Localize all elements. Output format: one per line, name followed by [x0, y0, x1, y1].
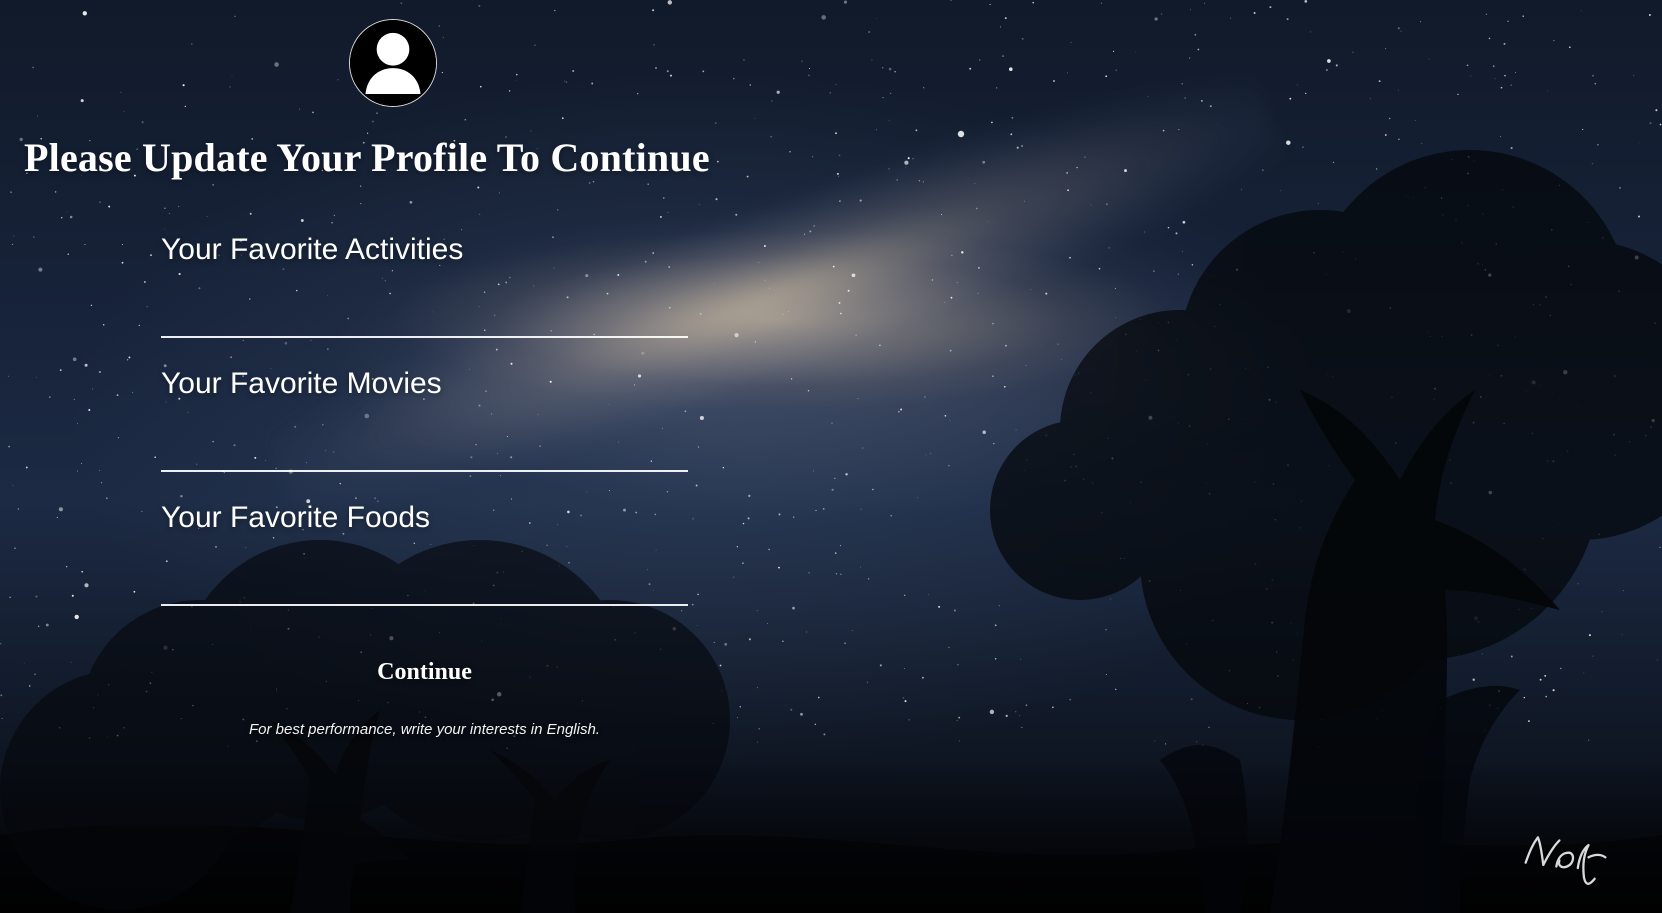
- profile-form: Your Favorite Activities Your Favorite M…: [161, 232, 688, 634]
- favorite-activities-input[interactable]: [161, 292, 688, 338]
- hint-text: For best performance, write your interes…: [249, 721, 600, 738]
- avatar: [349, 19, 437, 107]
- field-label-favorite-movies: Your Favorite Movies: [161, 367, 442, 400]
- continue-button[interactable]: Continue: [161, 653, 688, 691]
- user-avatar-icon: [350, 20, 436, 106]
- field-favorite-foods: Your Favorite Foods: [161, 500, 688, 634]
- favorite-foods-input[interactable]: [161, 560, 688, 606]
- field-favorite-activities: Your Favorite Activities: [161, 232, 688, 366]
- signature-watermark: [1524, 836, 1607, 885]
- field-favorite-movies: Your Favorite Movies: [161, 366, 688, 500]
- page-title: Please Update Your Profile To Continue: [24, 135, 710, 180]
- field-label-favorite-activities: Your Favorite Activities: [161, 233, 464, 266]
- favorite-movies-input[interactable]: [161, 426, 688, 472]
- field-label-favorite-foods: Your Favorite Foods: [161, 501, 431, 534]
